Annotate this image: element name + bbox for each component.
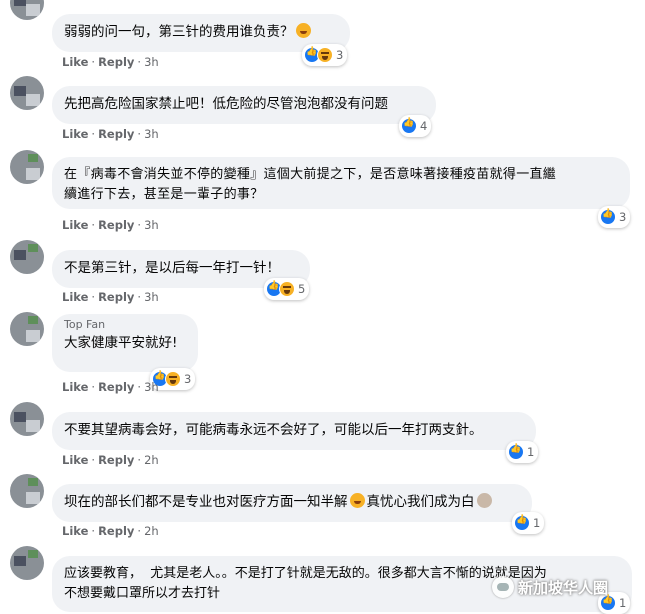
reply-button[interactable]: Reply: [98, 524, 134, 538]
wechat-logo-icon: [492, 576, 514, 598]
comment-actions: Like · Reply · 3h: [62, 55, 159, 69]
watermark: 新加坡华人圈: [492, 576, 608, 598]
avatar[interactable]: [10, 546, 44, 580]
like-button[interactable]: Like: [62, 524, 88, 538]
reaction-summary[interactable]: 3: [598, 206, 631, 228]
reaction-count: 4: [420, 119, 428, 133]
like-reaction-icon: [508, 444, 524, 460]
comment-bubble: 不要其望病毒会好，可能病毒永远不会好了，可能以后一年打两支針。: [52, 412, 536, 450]
reply-button[interactable]: Reply: [98, 218, 134, 232]
like-button[interactable]: Like: [62, 380, 88, 394]
avatar[interactable]: [10, 76, 44, 110]
timestamp[interactable]: 3h: [144, 218, 159, 232]
comment-text: 不要其望病毒会好，可能病毒永远不会好了，可能以后一年打两支針。: [64, 422, 483, 438]
reaction-summary[interactable]: 4: [399, 115, 432, 137]
like-button[interactable]: Like: [62, 55, 88, 69]
avatar[interactable]: [10, 402, 44, 436]
reaction-summary[interactable]: 1: [512, 512, 545, 534]
like-button[interactable]: Like: [62, 453, 88, 467]
reply-button[interactable]: Reply: [98, 380, 134, 394]
like-reaction-icon: [514, 515, 530, 531]
reaction-count: 1: [619, 596, 627, 610]
reaction-count: 3: [336, 48, 344, 62]
comment-bubble: 在『病毒不會消失並不停的變種』這個大前提之下，是否意味著接種疫苗就得一直繼 續進…: [52, 157, 630, 209]
reaction-count: 3: [184, 372, 192, 386]
timestamp[interactable]: 3h: [144, 380, 159, 394]
grinning-emoji-icon: [349, 493, 365, 508]
comment-text: 不是第三针，是以后每一年打一针！: [64, 260, 280, 276]
avatar[interactable]: [10, 150, 44, 184]
comment-actions: Like · Reply · 3h: [62, 218, 159, 232]
haha-reaction-icon: [165, 371, 181, 387]
reply-button[interactable]: Reply: [98, 453, 134, 467]
top-fan-badge: Top Fan: [64, 318, 106, 331]
avatar[interactable]: [10, 474, 44, 508]
reply-button[interactable]: Reply: [98, 55, 134, 69]
comment-bubble: 先把高危险国家禁止吧！低危险的尽管泡泡都没有问题: [52, 86, 436, 124]
reaction-count: 3: [619, 210, 627, 224]
reply-button[interactable]: Reply: [98, 127, 134, 141]
reaction-summary[interactable]: 5: [264, 278, 310, 300]
avatar[interactable]: [10, 312, 44, 346]
timestamp[interactable]: 3h: [144, 127, 159, 141]
haha-reaction-icon: [317, 47, 333, 63]
face-emoji-icon: [476, 493, 492, 508]
reaction-count: 1: [527, 445, 535, 459]
comment-actions: Like · Reply · 2h: [62, 524, 159, 538]
reply-button[interactable]: Reply: [98, 290, 134, 304]
like-button[interactable]: Like: [62, 290, 88, 304]
comment-bubble: 坝在的部长们都不是专业也对医疗方面一知半解 真忧心我们成为白: [52, 484, 532, 522]
reaction-summary[interactable]: 3: [302, 44, 348, 66]
reaction-summary[interactable]: 1: [506, 441, 539, 463]
comment-text: 大家健康平安就好!: [64, 335, 178, 351]
like-button[interactable]: Like: [62, 127, 88, 141]
timestamp[interactable]: 2h: [144, 453, 159, 467]
comment-bubble: Top Fan 大家健康平安就好!: [52, 314, 198, 372]
timestamp[interactable]: 3h: [144, 290, 159, 304]
reaction-count: 5: [298, 282, 306, 296]
like-reaction-icon: [401, 118, 417, 134]
comment-text: 弱弱的问一句，第三针的费用谁负责？: [64, 22, 338, 42]
avatar[interactable]: [10, 0, 44, 20]
avatar[interactable]: [10, 240, 44, 274]
like-button[interactable]: Like: [62, 218, 88, 232]
comment-actions: Like · Reply · 3h: [62, 380, 159, 394]
timestamp[interactable]: 3h: [144, 55, 159, 69]
haha-reaction-icon: [279, 281, 295, 297]
reaction-count: 1: [533, 516, 541, 530]
comment-text: 坝在的部长们都不是专业也对医疗方面一知半解 真忧心我们成为白: [64, 492, 520, 512]
comment-actions: Like · Reply · 3h: [62, 290, 159, 304]
timestamp[interactable]: 2h: [144, 524, 159, 538]
like-reaction-icon: [600, 209, 616, 225]
grinning-emoji-icon: [295, 23, 311, 38]
comment-text: 在『病毒不會消失並不停的變種』這個大前提之下，是否意味著接種疫苗就得一直繼 續進…: [64, 167, 557, 202]
comment-text: 先把高危险国家禁止吧！低危险的尽管泡泡都没有问题: [64, 96, 388, 112]
comment-actions: Like · Reply · 2h: [62, 453, 159, 467]
comment-actions: Like · Reply · 3h: [62, 127, 159, 141]
watermark-text: 新加坡华人圈: [518, 578, 609, 597]
